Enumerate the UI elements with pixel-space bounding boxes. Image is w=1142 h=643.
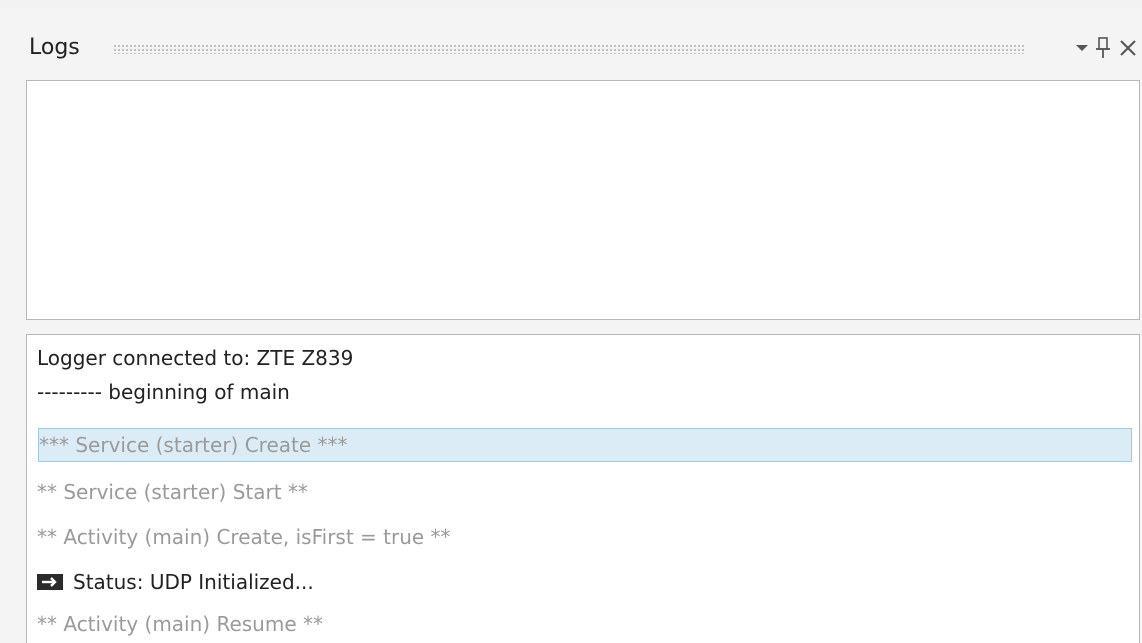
log-line-text: ** Activity (main) Resume ** [37,612,323,636]
log-line-text: ** Service (starter) Start ** [37,480,308,504]
log-filter-pane[interactable] [26,80,1140,320]
log-message-icon [37,573,63,590]
log-line-activity-resume[interactable]: ** Activity (main) Resume ** [37,607,323,641]
panel-title-bar[interactable]: Logs [0,8,1142,72]
log-line-text: *** Service (starter) Create *** [39,433,348,457]
log-line-text: Logger connected to: ZTE Z839 [37,346,354,370]
log-line-activity-create[interactable]: ** Activity (main) Create, isFirst = tru… [37,520,451,554]
log-line-service-start[interactable]: ** Service (starter) Start ** [37,475,308,509]
log-output-list[interactable]: Logger connected to: ZTE Z839 --------- … [26,334,1140,643]
log-line-service-create-selected[interactable]: *** Service (starter) Create *** [38,428,1132,462]
log-line-text: --------- beginning of main [37,380,290,404]
window-top-edge [0,0,1142,8]
pin-icon [1096,37,1110,58]
log-line-text: ** Activity (main) Create, isFirst = tru… [37,525,451,549]
drag-grip[interactable] [113,44,1024,54]
panel-title: Logs [29,35,80,60]
logs-tool-window: Logs Logger connected to: ZTE Z839 -----… [0,0,1142,643]
log-line-beginning-of-main[interactable]: --------- beginning of main [37,375,290,409]
log-line-text: Status: UDP Initialized... [73,570,314,594]
close-icon [1120,40,1136,56]
log-line-status-udp[interactable]: Status: UDP Initialized... [37,565,314,599]
log-line-logger-connected[interactable]: Logger connected to: ZTE Z839 [37,341,353,375]
close-button[interactable] [1112,30,1142,66]
